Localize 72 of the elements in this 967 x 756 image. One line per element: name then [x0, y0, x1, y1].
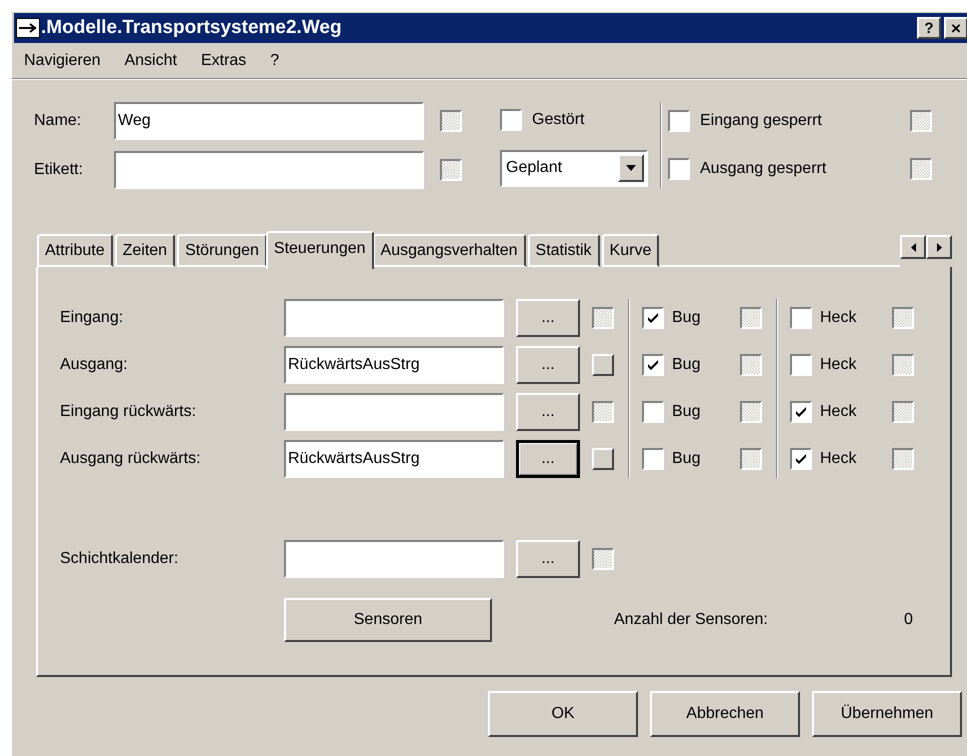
checkbox[interactable]	[790, 307, 812, 329]
tab[interactable]: Attribute	[37, 234, 113, 267]
button[interactable]: Sensoren	[284, 598, 492, 642]
dropdown-arrow-icon	[626, 165, 636, 172]
checkbox-label: Heck	[820, 402, 858, 422]
checkbox-label: Heck	[820, 308, 858, 328]
checkmark-icon	[647, 313, 659, 323]
text-field[interactable]	[284, 540, 504, 578]
checkmark-icon	[647, 360, 659, 370]
window-icon	[16, 18, 40, 38]
status-dropdown[interactable]: Geplant	[500, 150, 648, 187]
right-arrow-icon	[936, 242, 942, 252]
tab[interactable]: Zeiten	[114, 234, 176, 267]
checkbox[interactable]	[668, 110, 690, 132]
checkbox[interactable]	[790, 401, 812, 423]
checkbox-label: Heck	[820, 449, 858, 469]
checkbox-label: Eingang gesperrt	[700, 110, 823, 130]
text-field[interactable]	[284, 393, 504, 431]
checkmark-icon	[795, 454, 807, 464]
button[interactable]: ...	[516, 346, 580, 384]
field-label: Eingang rückwärts:	[60, 402, 198, 422]
text-field[interactable]	[114, 151, 424, 189]
checkbox-label: Heck	[820, 355, 858, 375]
checkbox[interactable]	[642, 448, 664, 470]
checkbox[interactable]	[500, 109, 522, 132]
scroll-left-button[interactable]	[900, 235, 926, 259]
field-label: Schichtkalender:	[60, 549, 180, 569]
tab[interactable]: Kurve	[602, 234, 660, 267]
field-label: Etikett:	[34, 160, 84, 180]
menu-item[interactable]: Navigieren	[24, 48, 100, 72]
checkbox[interactable]	[642, 401, 664, 423]
menu-item[interactable]: Extras	[200, 48, 246, 72]
checkmark-icon	[795, 407, 807, 417]
tab[interactable]: Ausgangsverhalten	[372, 234, 526, 267]
button[interactable]: ...	[516, 540, 580, 578]
help-button[interactable]: ?	[917, 17, 941, 39]
scroll-right-button[interactable]	[926, 235, 952, 259]
checkbox-label: Gestört	[532, 110, 584, 130]
button[interactable]: Abbrechen	[650, 691, 800, 737]
checkbox[interactable]	[668, 158, 690, 180]
close-button[interactable]: ×	[944, 17, 967, 39]
field-label: Ausgang rückwärts:	[60, 449, 202, 469]
checkbox-label: Ausgang gesperrt	[700, 158, 828, 178]
sensor-count-value: 0	[904, 610, 913, 630]
sensor-count-label: Anzahl der Sensoren:	[614, 610, 769, 630]
text-field[interactable]: RückwärtsAusStrg	[284, 440, 504, 478]
button[interactable]: ...	[516, 299, 580, 337]
tab[interactable]: Statistik	[528, 234, 600, 267]
checkbox[interactable]	[790, 448, 812, 470]
field-label: Eingang:	[60, 308, 124, 328]
field-label: Name:	[34, 111, 82, 131]
text-field[interactable]: Weg	[114, 102, 424, 140]
text-field[interactable]	[284, 299, 504, 337]
button[interactable]: ...	[516, 393, 580, 431]
checkbox-label: Bug	[672, 449, 702, 469]
checkbox-label: Bug	[672, 402, 702, 422]
button[interactable]: ...	[516, 440, 580, 478]
window-title: .Modelle.Transportsysteme2.Weg	[41, 16, 342, 40]
menu-item[interactable]: Ansicht	[124, 48, 177, 72]
checkbox-label: Bug	[672, 355, 702, 375]
menu-item[interactable]: ?	[270, 48, 280, 72]
checkbox-label: Bug	[672, 308, 702, 328]
checkbox[interactable]	[790, 354, 812, 376]
field-label: Ausgang:	[60, 355, 129, 375]
tab[interactable]: Steuerungen	[266, 231, 374, 269]
tab[interactable]: Störungen	[177, 234, 267, 267]
checkbox[interactable]	[642, 354, 664, 376]
button[interactable]: Übernehmen	[812, 691, 962, 737]
left-arrow-icon	[910, 242, 916, 252]
text-field[interactable]: RückwärtsAusStrg	[284, 346, 504, 384]
checkbox[interactable]	[642, 307, 664, 329]
button[interactable]: OK	[488, 691, 638, 737]
